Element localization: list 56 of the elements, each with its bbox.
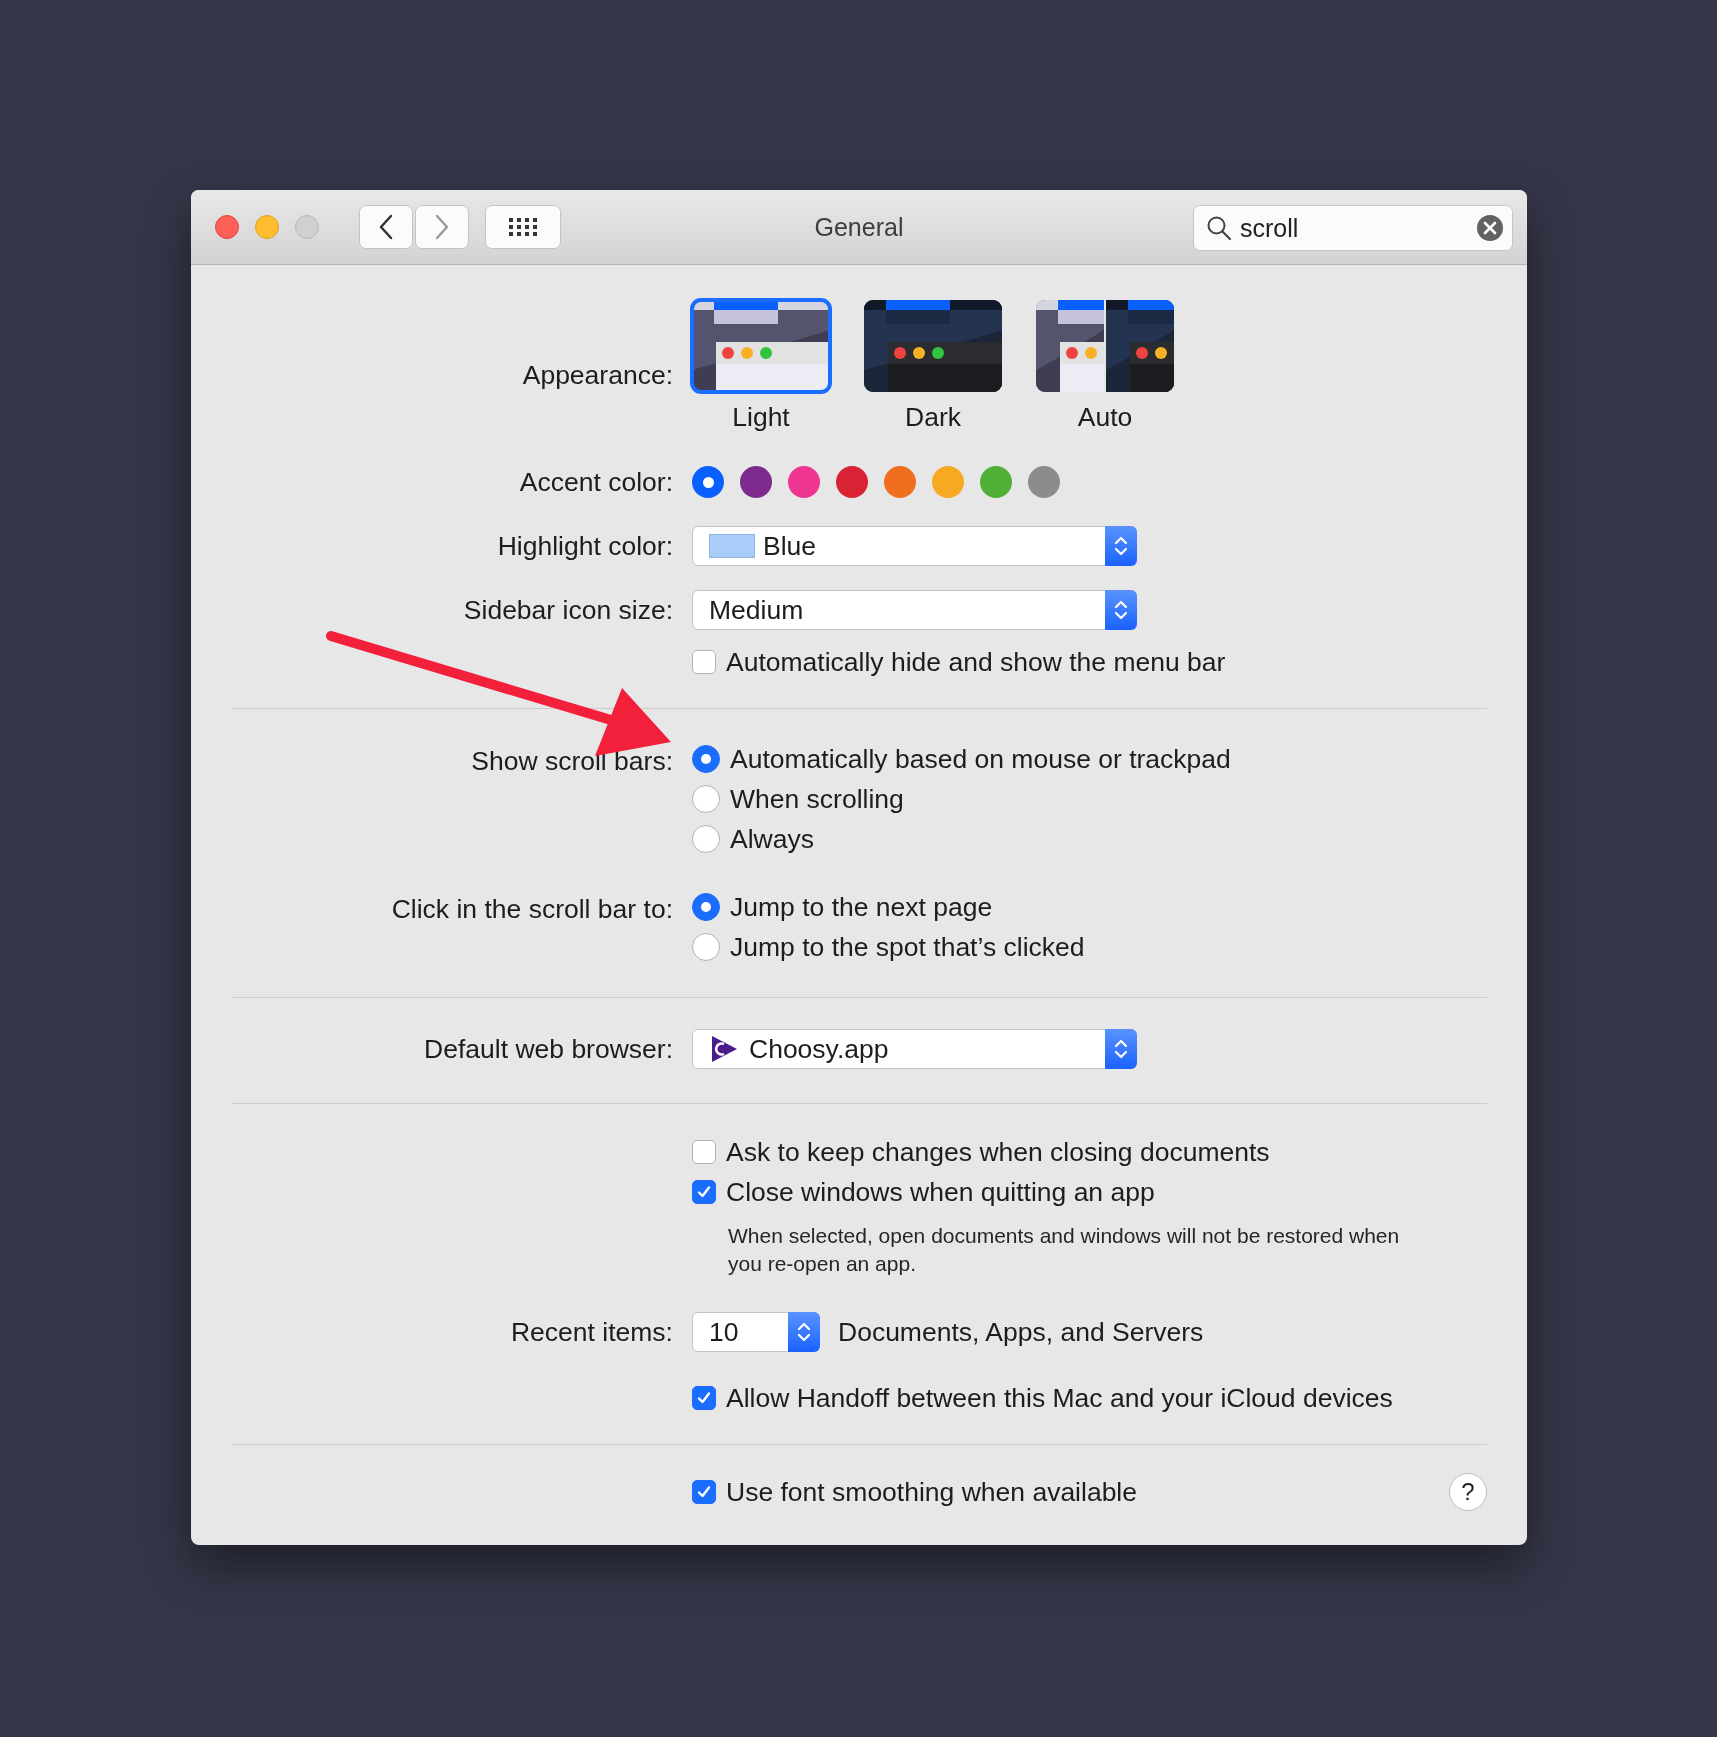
stepper-icon — [1114, 598, 1128, 622]
appearance-option[interactable]: Dark — [864, 300, 1002, 433]
search-input[interactable]: scroll — [1240, 213, 1460, 243]
color-swatch[interactable] — [932, 466, 964, 498]
sidebar-icon-size-label: Sidebar icon size: — [463, 594, 673, 626]
radio-button[interactable]: When scrolling — [692, 779, 1487, 819]
click-scroll-bar-label: Click in the scroll bar to: — [391, 894, 673, 925]
back-button[interactable] — [359, 205, 413, 249]
clear-button[interactable] — [1476, 214, 1504, 242]
help-button[interactable]: ? — [1449, 1473, 1487, 1511]
radio-button[interactable]: Always — [692, 819, 1487, 859]
checkbox[interactable]: Ask to keep changes when closing documents — [692, 1132, 1487, 1172]
checkbox[interactable]: Close windows when quitting an app — [692, 1172, 1487, 1212]
stepper-icon — [797, 1320, 811, 1344]
radio-button[interactable]: Jump to the spot that’s clicked — [692, 927, 1487, 967]
checkbox[interactable]: Allow Handoff between this Mac and your iCloud devices — [692, 1378, 1487, 1418]
highlight-color-dropdown[interactable]: Blue — [692, 526, 1137, 566]
recent-items-stepper[interactable]: 10 — [692, 1312, 820, 1352]
color-swatch[interactable] — [740, 466, 772, 498]
default-browser-label: Default web browser: — [424, 1033, 673, 1065]
appearance-label: Appearance: — [522, 360, 673, 391]
search-field[interactable]: scroll — [1193, 205, 1513, 251]
radio-button[interactable]: Automatically based on mouse or trackpad — [692, 739, 1487, 779]
forward-icon — [434, 214, 450, 240]
stepper-icon — [1114, 534, 1128, 558]
accent-color-label: Accent color: — [519, 466, 673, 498]
app-icon — [709, 1034, 739, 1064]
stepper-icon — [1114, 1037, 1128, 1061]
appearance-option[interactable]: Auto — [1036, 300, 1174, 433]
color-swatch[interactable] — [788, 466, 820, 498]
checkbox[interactable]: Use font smoothing when available — [692, 1472, 1137, 1512]
recent-items-label: Recent items: — [511, 1316, 673, 1348]
color-swatch[interactable] — [884, 466, 916, 498]
highlight-color-label: Highlight color: — [497, 530, 673, 562]
scroll-bars-label: Show scroll bars: — [471, 746, 673, 777]
recent-items-suffix: Documents, Apps, and Servers — [838, 1316, 1204, 1348]
back-icon — [378, 214, 394, 240]
color-swatch[interactable] — [1028, 466, 1060, 498]
color-swatch[interactable] — [692, 466, 724, 498]
checkmark-icon — [696, 1184, 712, 1200]
show-all-button[interactable] — [485, 205, 561, 249]
checkbox[interactable]: Automatically hide and show the menu bar — [692, 642, 1487, 682]
appearance-option[interactable]: Light — [692, 300, 830, 433]
radio-button[interactable]: Jump to the next page — [692, 887, 1487, 927]
color-swatch[interactable] — [836, 466, 868, 498]
sidebar-icon-size-dropdown[interactable]: Medium — [692, 590, 1137, 630]
grid-icon — [508, 217, 538, 237]
checkmark-icon — [696, 1484, 712, 1500]
checkmark-icon — [696, 1390, 712, 1406]
search-icon — [1206, 215, 1232, 241]
minimize-button[interactable] — [255, 215, 279, 239]
browser-dropdown[interactable]: Choosy.app — [692, 1029, 1137, 1069]
color-swatch[interactable] — [980, 466, 1012, 498]
window-title: General — [814, 212, 904, 241]
close-button[interactable] — [215, 215, 239, 239]
help-text: When selected, open documents and windows will not be restored when you re-open an app. — [728, 1223, 1401, 1277]
